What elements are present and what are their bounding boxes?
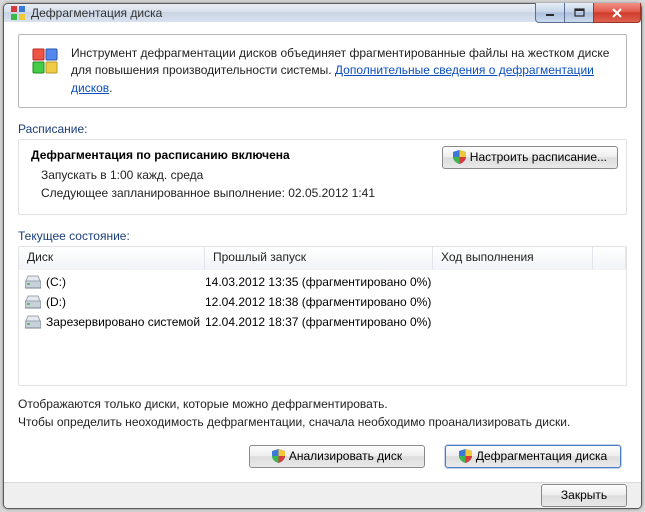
- bottom-bar: Закрыть: [4, 482, 641, 508]
- hdd-icon: [25, 295, 41, 309]
- hdd-icon: [25, 275, 41, 289]
- close-button[interactable]: [593, 3, 641, 23]
- col-progress[interactable]: Ход выполнения: [433, 247, 593, 270]
- disk-name: Зарезервировано системой: [46, 315, 200, 329]
- hdd-icon: [25, 315, 41, 329]
- uac-shield-icon: [272, 449, 285, 463]
- table-row[interactable]: (C:) 14.03.2012 13:35 (фрагментировано 0…: [19, 272, 626, 292]
- hint-line2: Чтобы определить неоходимость дефрагмент…: [18, 414, 627, 431]
- table-header: Диск Прошлый запуск Ход выполнения: [19, 247, 626, 270]
- table-row[interactable]: Зарезервировано системой 12.04.2012 18:3…: [19, 312, 626, 332]
- disk-name: (D:): [46, 295, 66, 309]
- info-panel: Инструмент дефрагментации дисков объедин…: [18, 34, 627, 108]
- schedule-label: Расписание:: [18, 122, 627, 136]
- configure-schedule-label: Настроить расписание...: [470, 150, 607, 164]
- close-dialog-button[interactable]: Закрыть: [541, 484, 627, 507]
- maximize-button[interactable]: [564, 3, 594, 23]
- window-controls: [536, 3, 641, 23]
- disk-table: Диск Прошлый запуск Ход выполнения (C:) …: [18, 246, 627, 386]
- schedule-next-run: Следующее запланированное выполнение: 02…: [31, 186, 616, 200]
- configure-schedule-button[interactable]: Настроить расписание...: [442, 146, 618, 169]
- defragment-button[interactable]: Дефрагментация диска: [445, 445, 621, 468]
- window: Дефрагментация диска: [3, 3, 642, 509]
- minimize-button[interactable]: [535, 3, 565, 23]
- window-title: Дефрагментация диска: [31, 6, 162, 20]
- schedule-panel: Дефрагментация по расписанию включена За…: [18, 139, 627, 215]
- analyze-label: Анализировать диск: [289, 449, 402, 463]
- disk-last: 14.03.2012 13:35 (фрагментировано 0%): [205, 275, 433, 289]
- close-label: Закрыть: [561, 488, 607, 502]
- client-area: Инструмент дефрагментации дисков объедин…: [4, 22, 641, 482]
- hint-text: Отображаются только диски, которые можно…: [18, 396, 627, 431]
- schedule-run-at: Запускать в 1:00 кажд. среда: [31, 168, 616, 182]
- defragment-label: Дефрагментация диска: [476, 449, 607, 463]
- app-icon: [10, 5, 26, 21]
- disk-last: 12.04.2012 18:37 (фрагментировано 0%): [205, 315, 433, 329]
- col-disk[interactable]: Диск: [19, 247, 205, 270]
- info-suffix: .: [109, 81, 112, 95]
- col-spacer: [593, 247, 626, 270]
- defrag-icon: [29, 45, 61, 97]
- disk-last: 12.04.2012 18:38 (фрагментировано 0%): [205, 295, 433, 309]
- col-lastrun[interactable]: Прошлый запуск: [205, 247, 433, 270]
- table-row[interactable]: (D:) 12.04.2012 18:38 (фрагментировано 0…: [19, 292, 626, 312]
- table-body: (C:) 14.03.2012 13:35 (фрагментировано 0…: [19, 270, 626, 334]
- action-buttons: Анализировать диск Дефрагментация диска: [18, 445, 627, 468]
- info-text: Инструмент дефрагментации дисков объедин…: [71, 45, 616, 97]
- uac-shield-icon: [453, 150, 466, 164]
- titlebar[interactable]: Дефрагментация диска: [4, 4, 641, 22]
- current-state-label: Текущее состояние:: [18, 229, 627, 243]
- uac-shield-icon: [459, 449, 472, 463]
- analyze-button[interactable]: Анализировать диск: [249, 445, 425, 468]
- disk-name: (C:): [46, 275, 66, 289]
- hint-line1: Отображаются только диски, которые можно…: [18, 396, 627, 413]
